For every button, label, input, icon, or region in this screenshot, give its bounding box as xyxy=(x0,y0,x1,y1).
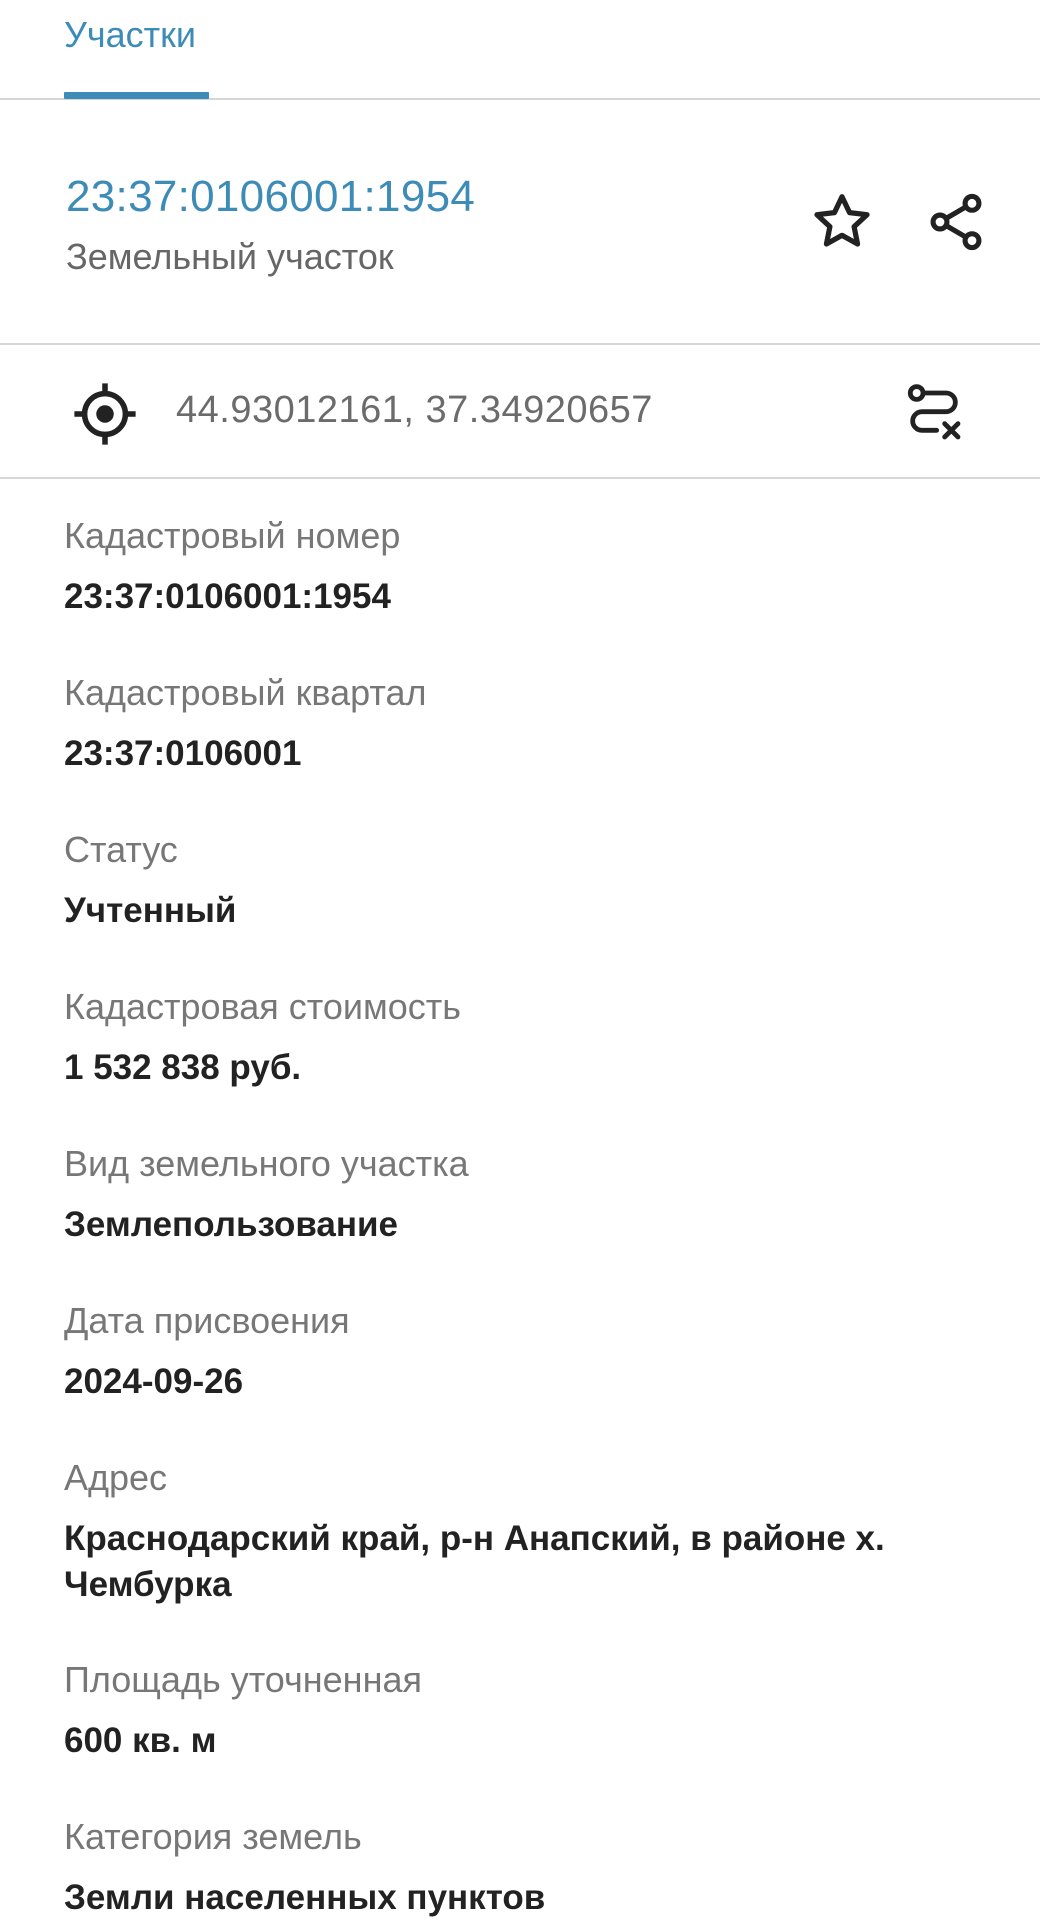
property-assignment-date: Дата присвоения 2024-09-26 xyxy=(64,1299,984,1405)
property-status: Статус Учтенный xyxy=(64,828,984,934)
tab-active-indicator xyxy=(64,92,209,99)
tab-bar: Участки xyxy=(0,0,1040,100)
tab-plots[interactable]: Участки xyxy=(64,0,196,100)
locate-button[interactable] xyxy=(70,379,140,449)
property-label: Кадастровый номер xyxy=(64,515,401,556)
property-cadastral-value: Кадастровая стоимость 1 532 838 руб. xyxy=(64,985,984,1091)
object-header: 23:37:0106001:1954 Земельный участок xyxy=(0,100,1040,345)
route-clear-button[interactable] xyxy=(896,375,972,451)
star-outline-icon xyxy=(814,194,870,247)
property-land-category: Категория земель Земли населенных пункто… xyxy=(64,1815,984,1920)
property-label: Категория земель xyxy=(64,1816,362,1857)
property-label: Адрес xyxy=(64,1457,168,1498)
property-cadastral-quarter: Кадастровый квартал 23:37:0106001 xyxy=(64,671,984,777)
property-area: Площадь уточненная 600 кв. м xyxy=(64,1658,984,1764)
route-clear-icon xyxy=(907,384,961,440)
property-label: Дата присвоения xyxy=(64,1300,350,1341)
gps-crosshair-icon xyxy=(74,383,136,445)
property-value: 23:37:0106001 xyxy=(64,734,302,773)
property-value: 2024-09-26 xyxy=(64,1362,244,1401)
property-value: 23:37:0106001:1954 xyxy=(64,577,391,616)
property-plot-kind: Вид земельного участка Землепользование xyxy=(64,1142,984,1248)
property-value: Краснодарский край, р-н Анапский, в райо… xyxy=(64,1519,885,1604)
property-address: Адрес Краснодарский край, р-н Анапский, … xyxy=(64,1456,984,1608)
property-value: Земли населенных пунктов xyxy=(64,1878,546,1917)
share-icon xyxy=(930,193,982,251)
coordinates-row: 44.93012161, 37.34920657 xyxy=(0,345,1040,479)
property-value: Учтенный xyxy=(64,891,237,930)
property-value: 1 532 838 руб. xyxy=(64,1048,302,1087)
property-label: Статус xyxy=(64,829,178,870)
cadastral-number-title[interactable]: 23:37:0106001:1954 xyxy=(66,172,475,222)
property-value: Землепользование xyxy=(64,1205,399,1244)
property-label: Кадастровая стоимость xyxy=(64,986,462,1027)
object-type-subtitle: Земельный участок xyxy=(66,236,394,277)
favorite-button[interactable] xyxy=(802,182,882,262)
property-value: 600 кв. м xyxy=(64,1721,217,1760)
coordinates-value[interactable]: 44.93012161, 37.34920657 xyxy=(176,389,653,432)
property-cadastral-number: Кадастровый номер 23:37:0106001:1954 xyxy=(64,514,984,620)
share-button[interactable] xyxy=(916,182,996,262)
property-label: Кадастровый квартал xyxy=(64,672,427,713)
property-label: Площадь уточненная xyxy=(64,1659,422,1700)
property-label: Вид земельного участка xyxy=(64,1143,469,1184)
